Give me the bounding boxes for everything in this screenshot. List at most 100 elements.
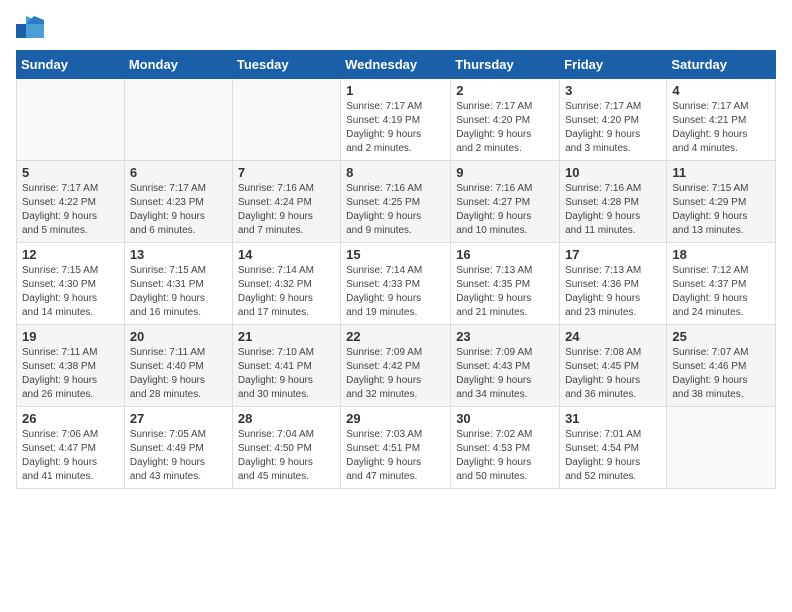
day-detail: Sunrise: 7:13 AM Sunset: 4:35 PM Dayligh…: [456, 264, 554, 320]
day-number: 3: [565, 83, 661, 98]
calendar-cell: 7Sunrise: 7:16 AM Sunset: 4:24 PM Daylig…: [232, 161, 340, 243]
calendar-week-4: 19 Sunrise: 7:11 AM Sunset: 4:38 PM Dayli…: [17, 325, 776, 407]
day-number: 14: [238, 247, 335, 262]
day-detail: Sunrise: 7:15 AM Sunset: 4:31 PM Dayligh…: [130, 264, 227, 320]
weekday-header-sunday: Sunday: [17, 51, 125, 79]
calendar-cell: [17, 79, 125, 161]
calendar-cell: [232, 79, 340, 161]
weekday-header-wednesday: Wednesday: [341, 51, 451, 79]
day-detail: Sunrise: 7:16 AM Sunset: 4:28 PM Dayligh…: [565, 182, 661, 238]
day-detail: Sunrise: 7:12 AM Sunset: 4:37 PM Dayligh…: [672, 264, 770, 320]
day-detail: Sunrise: 7:17 AM Sunset: 4:23 PM Dayligh…: [130, 182, 227, 238]
calendar-cell: 25 Sunrise: 7:07 AM Sunset: 4:46 PM Dayli…: [667, 325, 776, 407]
day-number: 11: [672, 165, 770, 180]
day-number: 1: [346, 83, 445, 98]
calendar-cell: 19 Sunrise: 7:11 AM Sunset: 4:38 PM Dayli…: [17, 325, 125, 407]
day-number: 28: [238, 411, 335, 426]
day-number: 25: [672, 329, 770, 344]
day-number: 8: [346, 165, 445, 180]
day-number: 23: [456, 329, 554, 344]
day-detail: Sunrise: 7:17 AM Sunset: 4:19 PM Dayligh…: [346, 100, 445, 156]
calendar-cell: 15 Sunrise: 7:14 AM Sunset: 4:33 PM Dayli…: [341, 243, 451, 325]
calendar-cell: 10 Sunrise: 7:16 AM Sunset: 4:28 PM Dayli…: [560, 161, 667, 243]
calendar-week-5: 26 Sunrise: 7:06 AM Sunset: 4:47 PM Dayli…: [17, 407, 776, 489]
day-number: 18: [672, 247, 770, 262]
calendar-cell: 31 Sunrise: 7:01 AM Sunset: 4:54 PM Dayli…: [560, 407, 667, 489]
day-number: 2: [456, 83, 554, 98]
calendar-cell: 8 Sunrise: 7:16 AM Sunset: 4:25 PM Daylig…: [341, 161, 451, 243]
calendar-cell: 22Sunrise: 7:09 AM Sunset: 4:42 PM Dayli…: [341, 325, 451, 407]
day-number: 12: [22, 247, 119, 262]
day-detail: Sunrise: 7:11 AM Sunset: 4:40 PM Dayligh…: [130, 346, 227, 402]
day-detail: Sunrise: 7:14 AM Sunset: 4:33 PM Dayligh…: [346, 264, 445, 320]
day-detail: Sunrise: 7:14 AM Sunset: 4:32 PM Dayligh…: [238, 264, 335, 320]
day-detail: Sunrise: 7:01 AM Sunset: 4:54 PM Dayligh…: [565, 428, 661, 484]
day-detail: Sunrise: 7:10 AM Sunset: 4:41 PM Dayligh…: [238, 346, 335, 402]
day-number: 6: [130, 165, 227, 180]
calendar-cell: 11 Sunrise: 7:15 AM Sunset: 4:29 PM Dayli…: [667, 161, 776, 243]
day-number: 16: [456, 247, 554, 262]
day-number: 26: [22, 411, 119, 426]
day-number: 31: [565, 411, 661, 426]
calendar-cell: 12 Sunrise: 7:15 AM Sunset: 4:30 PM Dayli…: [17, 243, 125, 325]
day-number: 20: [130, 329, 227, 344]
calendar-cell: 21 Sunrise: 7:10 AM Sunset: 4:41 PM Dayli…: [232, 325, 340, 407]
day-number: 19: [22, 329, 119, 344]
calendar-week-1: 1 Sunrise: 7:17 AM Sunset: 4:19 PM Daylig…: [17, 79, 776, 161]
day-detail: Sunrise: 7:07 AM Sunset: 4:46 PM Dayligh…: [672, 346, 770, 402]
calendar-cell: 16 Sunrise: 7:13 AM Sunset: 4:35 PM Dayli…: [451, 243, 560, 325]
calendar-cell: 20 Sunrise: 7:11 AM Sunset: 4:40 PM Dayli…: [124, 325, 232, 407]
day-detail: Sunrise: 7:06 AM Sunset: 4:47 PM Dayligh…: [22, 428, 119, 484]
day-number: 21: [238, 329, 335, 344]
day-number: 24: [565, 329, 661, 344]
day-number: 7: [238, 165, 335, 180]
calendar-cell: 24Sunrise: 7:08 AM Sunset: 4:45 PM Dayli…: [560, 325, 667, 407]
calendar-cell: 23 Sunrise: 7:09 AM Sunset: 4:43 PM Dayli…: [451, 325, 560, 407]
calendar-cell: 18 Sunrise: 7:12 AM Sunset: 4:37 PM Dayli…: [667, 243, 776, 325]
day-detail: Sunrise: 7:09 AM Sunset: 4:43 PM Dayligh…: [456, 346, 554, 402]
calendar-cell: 28Sunrise: 7:04 AM Sunset: 4:50 PM Dayli…: [232, 407, 340, 489]
calendar-cell: [667, 407, 776, 489]
day-detail: Sunrise: 7:02 AM Sunset: 4:53 PM Dayligh…: [456, 428, 554, 484]
calendar-table: SundayMondayTuesdayWednesdayThursdayFrid…: [16, 50, 776, 489]
day-detail: Sunrise: 7:05 AM Sunset: 4:49 PM Dayligh…: [130, 428, 227, 484]
weekday-header-monday: Monday: [124, 51, 232, 79]
day-detail: Sunrise: 7:15 AM Sunset: 4:30 PM Dayligh…: [22, 264, 119, 320]
calendar-cell: 17 Sunrise: 7:13 AM Sunset: 4:36 PM Dayli…: [560, 243, 667, 325]
day-number: 5: [22, 165, 119, 180]
day-number: 15: [346, 247, 445, 262]
day-number: 22: [346, 329, 445, 344]
calendar-cell: 14 Sunrise: 7:14 AM Sunset: 4:32 PM Dayli…: [232, 243, 340, 325]
weekday-header-saturday: Saturday: [667, 51, 776, 79]
day-number: 4: [672, 83, 770, 98]
calendar-cell: 29 Sunrise: 7:03 AM Sunset: 4:51 PM Dayli…: [341, 407, 451, 489]
calendar-cell: 4 Sunrise: 7:17 AM Sunset: 4:21 PM Daylig…: [667, 79, 776, 161]
day-detail: Sunrise: 7:03 AM Sunset: 4:51 PM Dayligh…: [346, 428, 445, 484]
day-number: 30: [456, 411, 554, 426]
day-number: 29: [346, 411, 445, 426]
day-detail: Sunrise: 7:17 AM Sunset: 4:22 PM Dayligh…: [22, 182, 119, 238]
calendar-header-row: SundayMondayTuesdayWednesdayThursdayFrid…: [17, 51, 776, 79]
calendar-cell: 13Sunrise: 7:15 AM Sunset: 4:31 PM Dayli…: [124, 243, 232, 325]
weekday-header-thursday: Thursday: [451, 51, 560, 79]
day-detail: Sunrise: 7:13 AM Sunset: 4:36 PM Dayligh…: [565, 264, 661, 320]
calendar-cell: 1 Sunrise: 7:17 AM Sunset: 4:19 PM Daylig…: [341, 79, 451, 161]
calendar-cell: 9 Sunrise: 7:16 AM Sunset: 4:27 PM Daylig…: [451, 161, 560, 243]
weekday-header-tuesday: Tuesday: [232, 51, 340, 79]
day-number: 17: [565, 247, 661, 262]
logo-icon: [16, 16, 44, 38]
day-detail: Sunrise: 7:16 AM Sunset: 4:25 PM Dayligh…: [346, 182, 445, 238]
day-detail: Sunrise: 7:15 AM Sunset: 4:29 PM Dayligh…: [672, 182, 770, 238]
calendar-cell: [124, 79, 232, 161]
calendar-cell: 2Sunrise: 7:17 AM Sunset: 4:20 PM Daylig…: [451, 79, 560, 161]
calendar-week-2: 5 Sunrise: 7:17 AM Sunset: 4:22 PM Daylig…: [17, 161, 776, 243]
logo: [16, 16, 48, 38]
day-number: 9: [456, 165, 554, 180]
day-detail: Sunrise: 7:17 AM Sunset: 4:21 PM Dayligh…: [672, 100, 770, 156]
day-detail: Sunrise: 7:11 AM Sunset: 4:38 PM Dayligh…: [22, 346, 119, 402]
calendar-cell: 6 Sunrise: 7:17 AM Sunset: 4:23 PM Daylig…: [124, 161, 232, 243]
day-detail: Sunrise: 7:16 AM Sunset: 4:27 PM Dayligh…: [456, 182, 554, 238]
page-header: [16, 16, 776, 38]
day-number: 10: [565, 165, 661, 180]
calendar-cell: 5 Sunrise: 7:17 AM Sunset: 4:22 PM Daylig…: [17, 161, 125, 243]
